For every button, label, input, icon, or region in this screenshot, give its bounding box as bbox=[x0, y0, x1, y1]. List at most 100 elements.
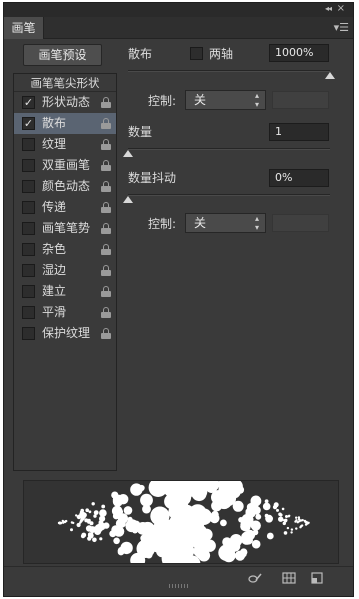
brush-dab bbox=[111, 491, 119, 499]
list-item[interactable]: 纹理 bbox=[14, 134, 116, 155]
brush-dab bbox=[99, 515, 106, 522]
lock-icon[interactable] bbox=[101, 118, 111, 129]
count-jitter-value-field[interactable]: 0% bbox=[269, 169, 329, 187]
lock-icon[interactable] bbox=[101, 286, 111, 297]
brush-dab bbox=[220, 519, 227, 527]
scatter-slider-thumb[interactable] bbox=[325, 72, 335, 79]
item-label: 颜色动态 bbox=[42, 179, 91, 193]
item-label: 纹理 bbox=[42, 137, 67, 151]
brush-dab bbox=[295, 519, 298, 522]
item-checkbox[interactable]: ✓ bbox=[22, 96, 35, 109]
list-item[interactable]: ✓ 形状动态 bbox=[14, 92, 116, 113]
list-item[interactable]: 杂色 bbox=[14, 239, 116, 260]
brush-dab bbox=[295, 527, 298, 530]
item-checkbox[interactable] bbox=[22, 201, 35, 214]
list-item[interactable]: 画笔笔势 bbox=[14, 218, 116, 239]
list-item[interactable]: 保护纹理 bbox=[14, 323, 116, 344]
lock-icon[interactable] bbox=[101, 244, 111, 255]
lock-icon[interactable] bbox=[101, 307, 111, 318]
count-jitter-slider-thumb[interactable] bbox=[123, 196, 133, 203]
item-checkbox[interactable] bbox=[22, 327, 35, 340]
both-axes-checkbox[interactable] bbox=[190, 47, 203, 60]
item-label: 平滑 bbox=[42, 305, 67, 319]
count-slider-track[interactable] bbox=[128, 148, 330, 150]
list-item[interactable]: 平滑 bbox=[14, 302, 116, 323]
item-checkbox[interactable] bbox=[22, 180, 35, 193]
count-slider-thumb[interactable] bbox=[123, 150, 133, 157]
new-preset-icon[interactable] bbox=[310, 571, 324, 585]
brush-presets-button[interactable]: 画笔预设 bbox=[23, 44, 102, 66]
count-label: 数量 bbox=[128, 125, 153, 139]
brush-dab bbox=[301, 519, 304, 522]
item-checkbox[interactable] bbox=[22, 264, 35, 277]
brush-dab bbox=[59, 521, 63, 525]
item-label: 湿边 bbox=[42, 263, 67, 277]
toggle-preview-icon[interactable] bbox=[248, 571, 262, 585]
item-label: 双重画笔 bbox=[42, 158, 91, 172]
scatter-value-field[interactable]: 1000% bbox=[269, 44, 329, 62]
count-jitter-slider-track[interactable] bbox=[128, 194, 330, 196]
lock-icon[interactable] bbox=[101, 139, 111, 150]
item-checkbox[interactable] bbox=[22, 285, 35, 298]
lock-icon[interactable] bbox=[101, 160, 111, 171]
brush-dab bbox=[273, 502, 279, 508]
scatter-control-value: 关 bbox=[194, 93, 207, 107]
brush-dab bbox=[290, 528, 294, 531]
count-jitter-control-value: 关 bbox=[194, 216, 207, 230]
brush-dab bbox=[285, 515, 288, 518]
brush-dab bbox=[255, 513, 262, 520]
close-icon[interactable]: × bbox=[337, 3, 345, 14]
item-checkbox[interactable] bbox=[22, 222, 35, 235]
resize-grip[interactable] bbox=[169, 584, 189, 588]
brush-dab bbox=[113, 537, 120, 545]
scatter-slider-track[interactable] bbox=[128, 70, 330, 72]
brush-dab bbox=[130, 483, 143, 496]
brush-panel: ◂◂ × 画笔 ▾☰ 画笔预设 画笔笔尖形状 ✓ 形状动态 ✓ 散布纹理双重画笔颜色动… bbox=[3, 2, 354, 597]
item-checkbox[interactable] bbox=[22, 159, 35, 172]
count-jitter-control-disabled-field bbox=[272, 214, 329, 232]
item-label: 形状动态 bbox=[42, 95, 91, 109]
item-checkbox[interactable] bbox=[22, 138, 35, 151]
lock-icon[interactable] bbox=[101, 181, 111, 192]
lock-icon[interactable] bbox=[101, 265, 111, 276]
brush-dab bbox=[117, 546, 126, 555]
lock-icon[interactable] bbox=[101, 328, 111, 339]
panel-menu-icon[interactable]: ▾☰ bbox=[334, 21, 349, 34]
brush-stroke-preview bbox=[23, 480, 339, 564]
tab-brush[interactable]: 画笔 bbox=[4, 17, 44, 39]
brush-dab bbox=[295, 516, 298, 519]
item-checkbox[interactable]: ✓ bbox=[22, 117, 35, 130]
brush-dab bbox=[234, 550, 246, 561]
brush-tip-shape-item[interactable]: 画笔笔尖形状 bbox=[14, 74, 116, 92]
brush-dab bbox=[72, 521, 75, 525]
lock-icon[interactable] bbox=[101, 97, 111, 108]
item-checkbox[interactable] bbox=[22, 306, 35, 319]
list-item[interactable]: 传递 bbox=[14, 197, 116, 218]
collapse-icon[interactable]: ◂◂ bbox=[325, 4, 332, 13]
brush-dab bbox=[300, 524, 304, 527]
list-item[interactable]: 颜色动态 bbox=[14, 176, 116, 197]
lock-icon[interactable] bbox=[101, 202, 111, 213]
brush-dab bbox=[118, 518, 125, 525]
grid-icon[interactable] bbox=[282, 571, 296, 585]
count-jitter-control-label: 控制: bbox=[148, 217, 177, 231]
lock-icon[interactable] bbox=[101, 223, 111, 234]
list-item[interactable]: ✓ 散布 bbox=[14, 113, 116, 134]
brush-dab bbox=[164, 532, 189, 557]
brush-dab bbox=[114, 511, 121, 519]
item-label: 建立 bbox=[42, 284, 67, 298]
brush-dab bbox=[185, 517, 205, 537]
panel-top-strip: ◂◂ × bbox=[4, 3, 353, 17]
count-value-field[interactable]: 1 bbox=[269, 123, 329, 141]
brush-dab bbox=[209, 513, 220, 524]
list-item[interactable]: 建立 bbox=[14, 281, 116, 302]
brush-dab bbox=[87, 518, 91, 523]
brush-dab bbox=[153, 525, 164, 537]
item-checkbox[interactable] bbox=[22, 243, 35, 256]
count-jitter-control-select[interactable]: 关 ▴ ▾ bbox=[185, 213, 266, 233]
list-item[interactable]: 湿边 bbox=[14, 260, 116, 281]
list-item[interactable]: 双重画笔 bbox=[14, 155, 116, 176]
scatter-control-select[interactable]: 关 ▴ ▾ bbox=[185, 90, 266, 110]
brush-dab bbox=[75, 514, 78, 517]
scatter-stroke-preview-image bbox=[57, 481, 310, 563]
